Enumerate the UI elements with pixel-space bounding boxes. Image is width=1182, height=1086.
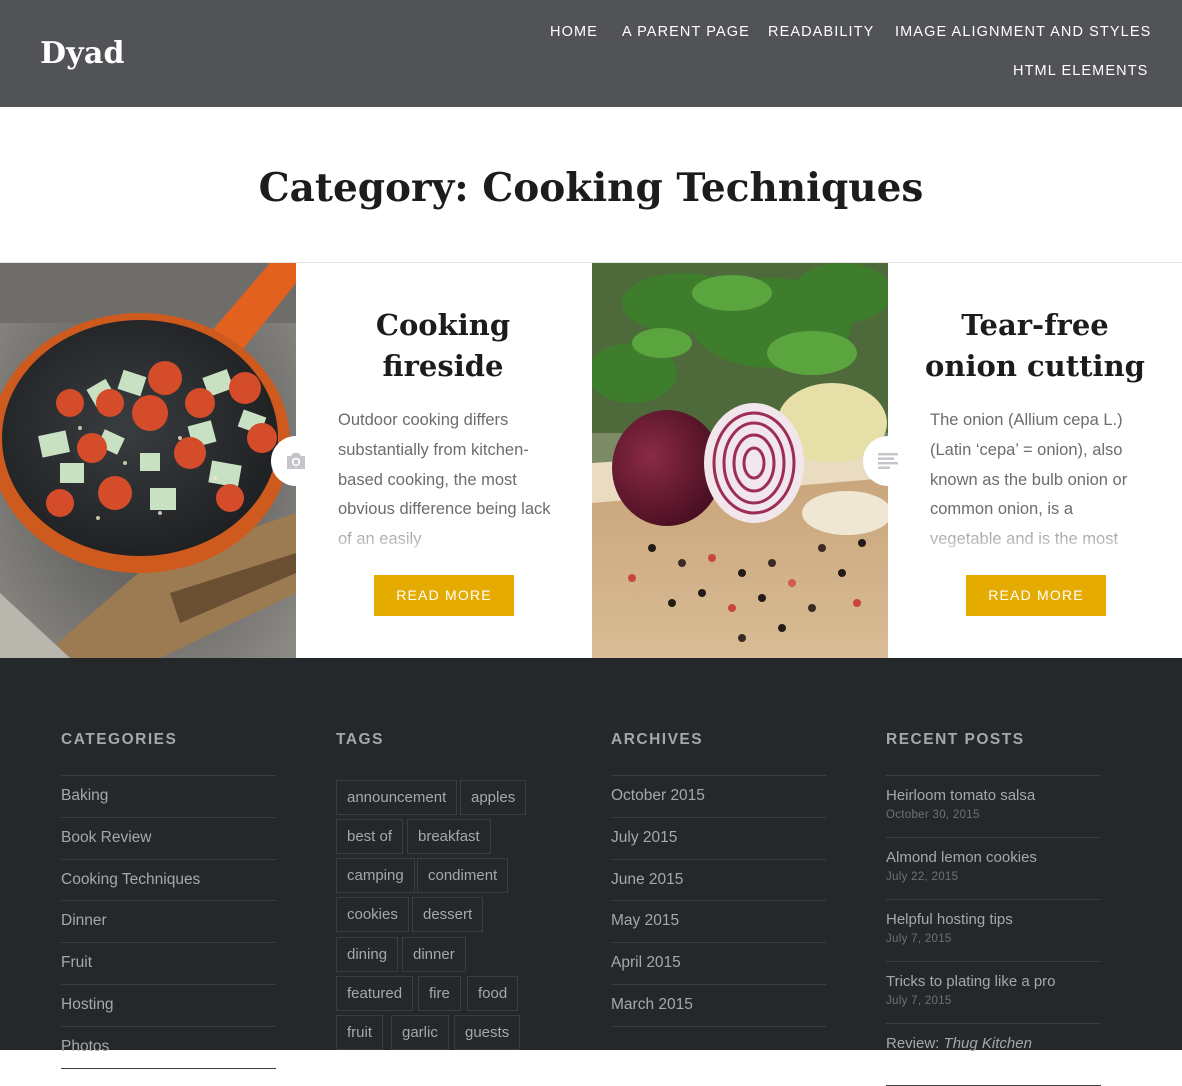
nav-item-home[interactable]: HOME [550, 24, 598, 40]
excerpt-fade [336, 515, 560, 557]
archive-link[interactable]: May 2015 [611, 912, 679, 929]
post-date: July 7, 2015 [886, 933, 952, 945]
tag-link[interactable]: cookies [336, 897, 409, 932]
widget-title: RECENT POSTS [886, 731, 1025, 748]
post-image-onion-cutting[interactable] [592, 263, 888, 658]
post-date: July 7, 2015 [886, 995, 952, 1007]
post-date: July 22, 2015 [886, 871, 959, 883]
tag-link[interactable]: dining [336, 937, 399, 972]
archive-link[interactable]: March 2015 [611, 996, 693, 1013]
recent-post-title-prefix: Review: [886, 1035, 944, 1052]
list-item: June 2015 [611, 860, 826, 902]
tag-link[interactable]: best of [336, 819, 404, 854]
category-link[interactable]: Photos [61, 1038, 109, 1055]
tag-link[interactable]: garlic [391, 1015, 449, 1050]
text-lines-icon [878, 453, 898, 469]
post-format-badge [863, 436, 913, 486]
tag-link[interactable]: guests [454, 1015, 521, 1050]
category-link[interactable]: Fruit [61, 954, 92, 971]
post-format-badge [271, 436, 321, 486]
list-item: Helpful hosting tips July 7, 2015 [886, 900, 1101, 962]
list-item: Baking [61, 776, 276, 818]
read-more-button[interactable]: READ MORE [966, 575, 1106, 616]
post-image-cooking-fireside[interactable] [0, 263, 296, 658]
list-item: October 2015 [611, 776, 826, 818]
site-footer: CATEGORIES Baking Book Review Cooking Te… [0, 658, 1182, 1086]
skillet-photo [0, 263, 296, 658]
archive-link[interactable]: April 2015 [611, 954, 681, 971]
list-item: Heirloom tomato salsa October 30, 2015 [886, 776, 1101, 838]
tag-link[interactable]: dinner [402, 937, 466, 972]
category-link[interactable]: Cooking Techniques [61, 871, 200, 888]
list-item: Dinner [61, 901, 276, 944]
list-item: Hosting [61, 985, 276, 1027]
list-item: Tricks to plating like a pro July 7, 201… [886, 962, 1101, 1024]
recent-posts-list: Heirloom tomato salsa October 30, 2015 A… [886, 775, 1101, 1086]
list-item: Almond lemon cookies July 22, 2015 [886, 838, 1101, 900]
list-item: May 2015 [611, 901, 826, 944]
page-title: Category: Cooking Techniques [258, 165, 924, 211]
tag-link[interactable]: announcement [336, 780, 458, 815]
tag-link[interactable]: apples [460, 780, 527, 815]
tag-link[interactable]: camping [336, 858, 415, 893]
post-title-line[interactable]: Tear-free [961, 308, 1108, 342]
tag-link[interactable]: fruit [336, 1015, 384, 1050]
widget-title: ARCHIVES [611, 731, 704, 748]
site-title-link[interactable]: Dyad [40, 36, 125, 71]
widget-title: CATEGORIES [61, 731, 178, 748]
recent-post-link[interactable]: Heirloom tomato salsa [886, 787, 1101, 804]
recent-post-link[interactable]: Helpful hosting tips [886, 911, 1101, 928]
category-link[interactable]: Hosting [61, 996, 114, 1013]
camera-icon [287, 453, 305, 469]
category-link[interactable]: Book Review [61, 829, 151, 846]
tag-link[interactable]: featured [336, 976, 414, 1011]
onion-photo [592, 263, 888, 658]
list-item: Cooking Techniques [61, 860, 276, 902]
page-header: Category: Cooking Techniques [0, 107, 1182, 263]
archive-link[interactable]: October 2015 [611, 787, 705, 804]
nav-item-readability[interactable]: READABILITY [768, 24, 874, 40]
list-item: Book Review [61, 818, 276, 860]
recent-post-title-emphasis: Thug Kitchen [943, 1035, 1032, 1052]
post-title-line[interactable]: onion cutting [925, 349, 1145, 383]
list-item: Fruit [61, 943, 276, 985]
tag-link[interactable]: dessert [412, 897, 484, 932]
nav-item-parent-page[interactable]: A PARENT PAGE [622, 24, 750, 40]
post-title-line[interactable]: Cooking [376, 308, 510, 342]
recent-post-link[interactable]: Review: Thug Kitchen [886, 1035, 1101, 1052]
nav-item-html-elements[interactable]: HTML ELEMENTS [1013, 63, 1148, 79]
post-title-line[interactable]: fireside [383, 349, 504, 383]
categories-list: Baking Book Review Cooking Techniques Di… [61, 775, 276, 1069]
archive-link[interactable]: July 2015 [611, 829, 677, 846]
post-title[interactable]: Tear-free onion cutting [908, 305, 1162, 387]
site-header: Dyad HOME A PARENT PAGE READABILITY IMAG… [0, 0, 1182, 107]
tag-link[interactable]: breakfast [407, 819, 491, 854]
list-item: April 2015 [611, 943, 826, 985]
list-item: Review: Thug Kitchen [886, 1024, 1101, 1086]
tag-link[interactable]: condiment [417, 858, 509, 893]
read-more-button[interactable]: READ MORE [374, 575, 514, 616]
list-item: March 2015 [611, 985, 826, 1027]
category-link[interactable]: Baking [61, 787, 108, 804]
nav-item-image-alignment[interactable]: IMAGE ALIGNMENT AND STYLES [895, 24, 1151, 40]
recent-post-link[interactable]: Almond lemon cookies [886, 849, 1101, 866]
post-card-onion-cutting: Tear-free onion cutting The onion (Alliu… [863, 263, 1182, 658]
archive-link[interactable]: June 2015 [611, 871, 683, 888]
list-item: July 2015 [611, 818, 826, 860]
recent-post-link[interactable]: Tricks to plating like a pro [886, 973, 1101, 990]
tag-link[interactable]: food [467, 976, 519, 1011]
widget-title: TAGS [336, 731, 384, 748]
post-title[interactable]: Cooking fireside [316, 305, 570, 387]
archives-list: October 2015 July 2015 June 2015 May 201… [611, 775, 826, 1027]
list-item: Photos [61, 1027, 276, 1069]
excerpt-fade [928, 515, 1152, 557]
post-date: October 30, 2015 [886, 809, 980, 821]
category-link[interactable]: Dinner [61, 912, 107, 929]
tag-link[interactable]: fire [418, 976, 461, 1011]
post-card-cooking-fireside: Cooking fireside Outdoor cooking differs… [271, 263, 590, 658]
